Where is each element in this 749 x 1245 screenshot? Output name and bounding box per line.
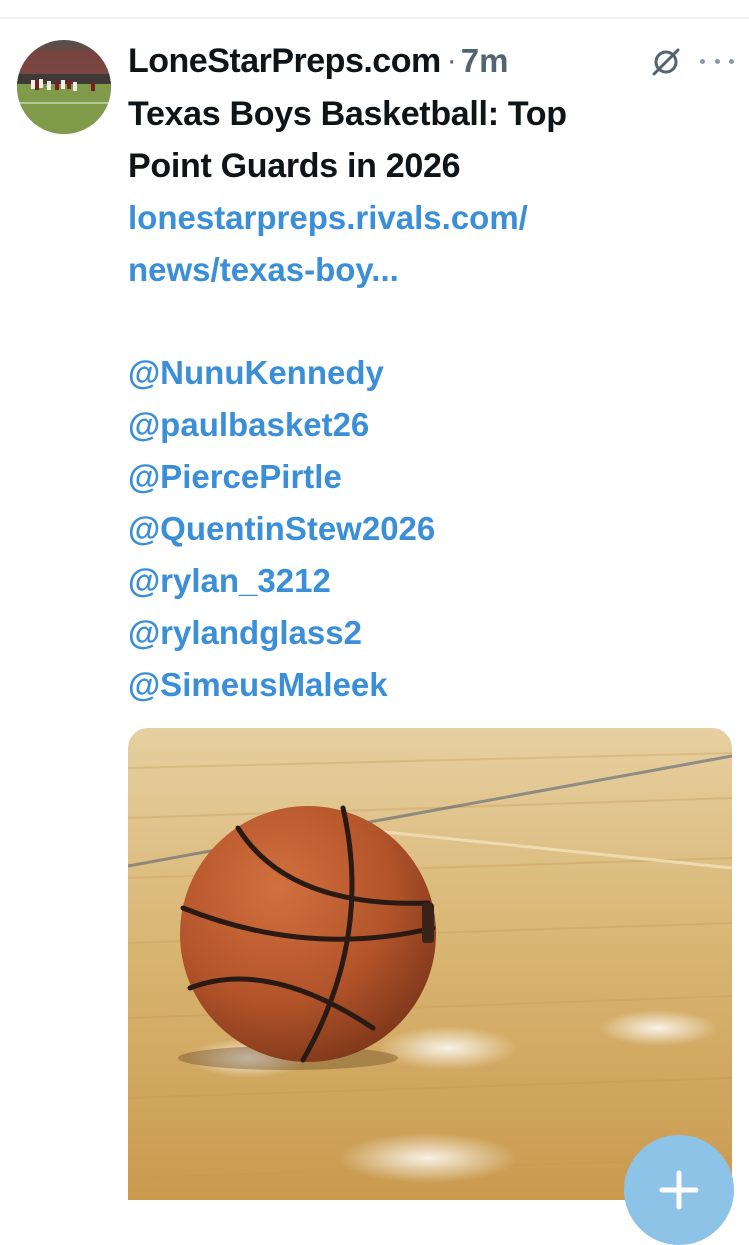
- link-line-2[interactable]: news/texas-boy...: [128, 244, 728, 296]
- post-headline: Texas Boys Basketball: Top Point Guards …: [128, 88, 728, 192]
- author-name[interactable]: LoneStarPreps.com: [128, 42, 441, 81]
- link-line-1[interactable]: lonestarpreps.rivals.com/: [128, 192, 728, 244]
- mention-simeusmaleek[interactable]: @SimeusMaleek: [128, 659, 435, 711]
- plus-icon: [659, 1170, 699, 1210]
- mention-quentinstew2026[interactable]: @QuentinStew2026: [128, 503, 435, 555]
- post-header: LoneStarPreps.com · 7m: [128, 38, 508, 84]
- mention-piercepirtle[interactable]: @PiercePirtle: [128, 451, 435, 503]
- mention-rylan-3212[interactable]: @rylan_3212: [128, 555, 435, 607]
- mention-rylandglass2[interactable]: @rylandglass2: [128, 607, 435, 659]
- author-avatar[interactable]: [17, 40, 111, 134]
- post-link[interactable]: lonestarpreps.rivals.com/ news/texas-boy…: [128, 192, 728, 296]
- mention-nunukennedy[interactable]: @NunuKennedy: [128, 347, 435, 399]
- more-dots-icon[interactable]: [700, 46, 734, 76]
- divider: [0, 17, 749, 19]
- mention-paulbasket26[interactable]: @paulbasket26: [128, 399, 435, 451]
- mentions-list: @NunuKennedy @paulbasket26 @PiercePirtle…: [128, 347, 435, 711]
- headline-line-2: Point Guards in 2026: [128, 147, 461, 185]
- post-media-image[interactable]: [128, 728, 732, 1200]
- headline-line-1: Texas Boys Basketball: Top: [128, 95, 567, 133]
- post-timestamp[interactable]: 7m: [461, 42, 509, 80]
- separator-dot: ·: [446, 44, 457, 77]
- grok-slash-icon[interactable]: [648, 44, 684, 80]
- compose-button[interactable]: [624, 1135, 734, 1245]
